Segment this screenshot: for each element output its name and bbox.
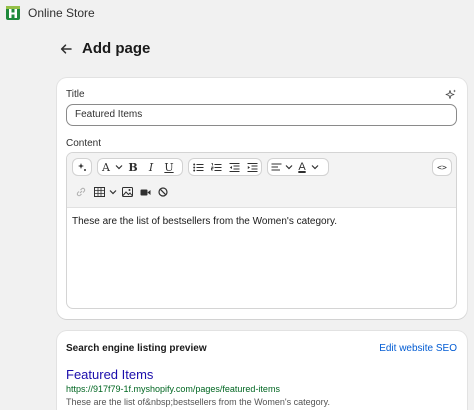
font-button[interactable]: A <box>98 159 114 175</box>
align-left-icon[interactable] <box>268 159 284 175</box>
title-input[interactable]: Featured Items <box>66 104 457 126</box>
chevron-down-icon[interactable] <box>114 159 124 175</box>
image-icon[interactable] <box>118 184 136 200</box>
magic-group <box>72 158 92 176</box>
magic-icon[interactable] <box>73 159 91 175</box>
editor-content[interactable]: These are the list of bestsellers from t… <box>67 208 456 236</box>
video-icon[interactable] <box>136 184 154 200</box>
text-format-group: A B I U <box>97 158 183 176</box>
list-group <box>188 158 262 176</box>
seo-heading: Search engine listing preview <box>66 343 207 354</box>
link-icon[interactable] <box>72 184 90 200</box>
online-store-icon <box>6 6 20 20</box>
italic-button[interactable]: I <box>142 159 160 175</box>
top-bar: Online Store <box>0 0 474 26</box>
page-title: Add page <box>82 40 151 57</box>
bold-button[interactable]: B <box>124 159 142 175</box>
back-arrow-icon[interactable] <box>58 41 74 57</box>
page-header: Add page <box>58 40 150 57</box>
text-color-button[interactable]: A <box>294 159 310 175</box>
content-label: Content <box>66 138 102 149</box>
app-title: Online Store <box>28 6 95 20</box>
html-group: <> <box>432 158 452 176</box>
seo-preview-title[interactable]: Featured Items <box>66 367 153 382</box>
seo-preview-card: Search engine listing preview Edit websi… <box>57 331 467 410</box>
chevron-down-icon[interactable] <box>108 184 118 200</box>
editor-toolbar: A B I U A <> <box>67 153 456 208</box>
table-icon[interactable] <box>90 184 108 200</box>
page-content-card: Title Featured Items Content A B I U A <… <box>57 78 467 319</box>
underline-button[interactable]: U <box>160 159 178 175</box>
seo-preview-description: These are the list of&nbsp;bestsellers f… <box>66 397 331 407</box>
numbered-list-icon[interactable] <box>207 159 225 175</box>
bullet-list-icon[interactable] <box>189 159 207 175</box>
clear-formatting-icon[interactable] <box>154 184 172 200</box>
sparkle-icon[interactable] <box>445 89 457 101</box>
seo-preview-url: https://917f79-1f.myshopify.com/pages/fe… <box>66 384 280 394</box>
align-color-group: A <box>267 158 329 176</box>
chevron-down-icon[interactable] <box>310 159 320 175</box>
outdent-icon[interactable] <box>225 159 243 175</box>
title-label: Title <box>66 89 85 100</box>
insert-group <box>72 183 176 201</box>
rich-text-editor: A B I U A <> These are the list of bests… <box>66 152 457 309</box>
show-html-button[interactable]: <> <box>433 159 451 175</box>
chevron-down-icon[interactable] <box>284 159 294 175</box>
edit-seo-link[interactable]: Edit website SEO <box>379 343 457 354</box>
indent-icon[interactable] <box>243 159 261 175</box>
